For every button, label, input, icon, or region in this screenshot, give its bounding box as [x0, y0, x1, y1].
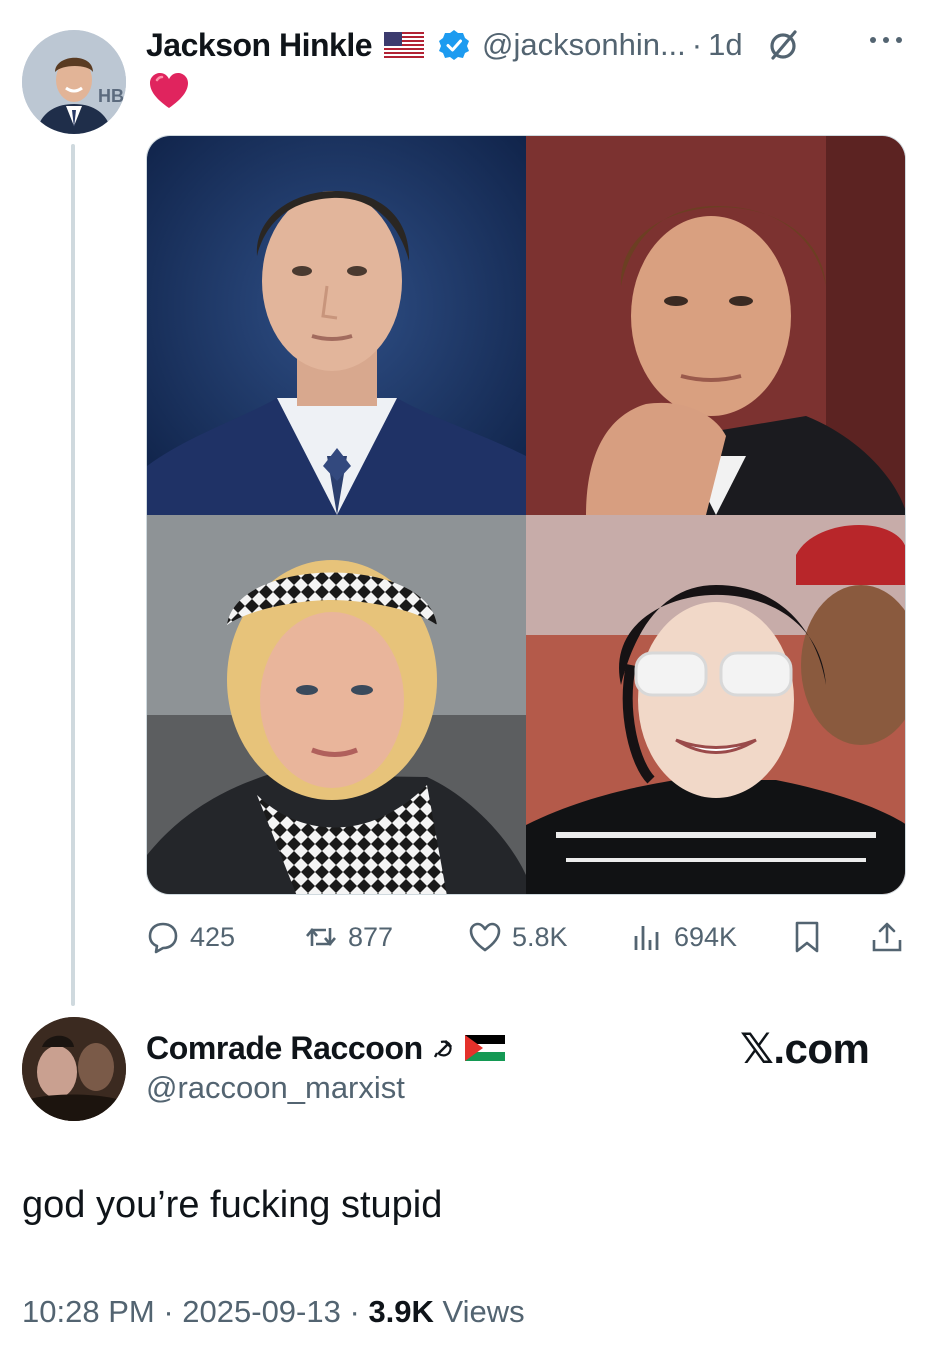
views-button[interactable]: 694K [630, 912, 737, 962]
like-count: 5.8K [512, 921, 568, 952]
reply-avatar-photo [22, 1017, 126, 1121]
meta-separator-2: · [349, 1294, 360, 1329]
photo-man-dark-suit[interactable] [526, 136, 905, 515]
reply-views-count[interactable]: 3.9K [368, 1294, 433, 1329]
heart-outline-icon [469, 922, 501, 952]
share-button[interactable] [870, 912, 904, 962]
reply-author-avatar[interactable] [22, 1017, 126, 1121]
tweet-header: Jackson Hinkle @jacksonhin... · 1d [146, 24, 801, 66]
us-flag-icon [384, 32, 424, 58]
reply-author-handle[interactable]: @raccoon_marxist [146, 1070, 405, 1106]
grok-icon[interactable] [765, 27, 801, 63]
meta-separator-1: · [163, 1294, 174, 1329]
retweet-icon [306, 927, 336, 947]
reply-views-label: Views [442, 1294, 525, 1329]
verified-badge-icon[interactable] [438, 29, 470, 61]
retweet-button[interactable]: 877 [304, 912, 393, 962]
palestine-flag-icon [464, 1035, 505, 1061]
bookmark-icon [795, 921, 819, 953]
reply-icon [148, 922, 178, 954]
author-avatar[interactable]: HB [22, 30, 126, 134]
hammer-sickle-icon [433, 1037, 455, 1059]
reply-timestamp[interactable]: 10:28 PM [22, 1294, 155, 1329]
reply-body-text: god you’re fucking stupid [22, 1184, 443, 1226]
x-com-watermark: 𝕏.com [740, 1025, 870, 1072]
thread-connector-line [71, 144, 75, 1006]
share-icon [872, 922, 902, 952]
photo-woman-keffiyeh-headband[interactable] [147, 515, 526, 894]
reply-count: 425 [190, 921, 236, 952]
header-separator: · [691, 27, 703, 62]
reply-date[interactable]: 2025-09-13 [182, 1294, 341, 1329]
reply-header: Comrade Raccoon [146, 1026, 505, 1070]
reply-author-name[interactable]: Comrade Raccoon [146, 1030, 423, 1067]
tweet-media-grid[interactable] [146, 135, 906, 895]
photo-man-blue-suit[interactable] [147, 136, 526, 515]
views-count: 694K [674, 921, 738, 952]
photo-man-sunglasses-uniform[interactable] [526, 515, 905, 894]
tweet-time[interactable]: 1d [708, 27, 742, 63]
reply-button[interactable]: 425 [146, 912, 235, 962]
bookmark-button[interactable] [790, 912, 824, 962]
views-chart-icon [634, 926, 659, 950]
author-avatar-photo: HB [22, 30, 126, 134]
like-button[interactable]: 5.8K [468, 912, 568, 962]
more-icon[interactable] [866, 30, 906, 50]
avatar-bg-text: HB [98, 86, 124, 106]
reply-meta: 10:28 PM · 2025-09-13 · 3.9K Views [22, 1294, 525, 1330]
red-heart-icon [148, 70, 190, 112]
author-handle[interactable]: @jacksonhin... [482, 27, 686, 63]
author-name[interactable]: Jackson Hinkle [146, 27, 373, 64]
retweet-count: 877 [348, 921, 394, 952]
tweet-action-bar: 425 877 5.8K 694K [146, 912, 906, 962]
